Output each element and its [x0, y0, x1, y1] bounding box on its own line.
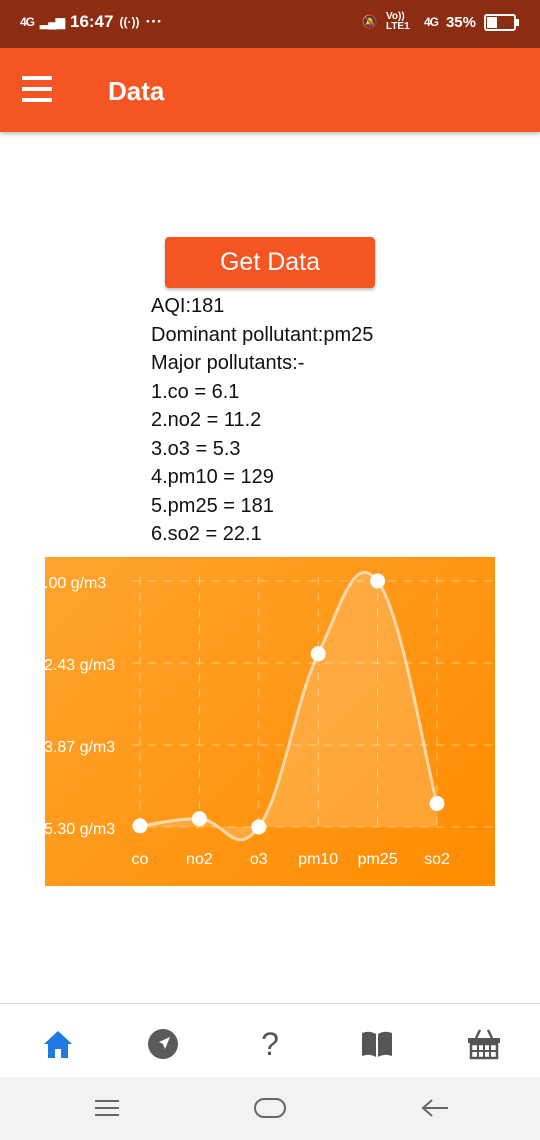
- chart-svg: .00 g/m3 2.43 g/m3 3.87 g/m3 5.30 g/m3 co no2…: [45, 571, 495, 868]
- nav-shop[interactable]: [464, 1024, 504, 1064]
- x-tick-label-o3: o3: [250, 851, 268, 868]
- chart-point-no2: [191, 811, 207, 827]
- system-navigation-bar: [0, 1077, 540, 1140]
- home-pill-icon: [254, 1098, 286, 1118]
- chart-point-so2: [429, 795, 445, 811]
- pollutant-item: 6.so2 = 22.1: [151, 523, 262, 545]
- back-button[interactable]: [415, 1093, 455, 1123]
- nav-guide[interactable]: [357, 1024, 397, 1064]
- app-bar: Data: [0, 48, 540, 132]
- status-bar: 4G ▂▄▆ 16:47 ((·)) ··· 🔕 Vo)) LTE1 4G 35…: [0, 0, 540, 48]
- x-tick-label-co: co: [132, 851, 149, 868]
- hamburger-menu-icon[interactable]: [22, 76, 52, 104]
- chart-point-pm25: [370, 573, 386, 589]
- home-icon: [44, 1031, 72, 1058]
- status-time: 16:47: [69, 12, 114, 31]
- status-bar-left: 4G ▂▄▆ 16:47 ((·)) ···: [20, 12, 162, 32]
- battery-percent: 35%: [445, 13, 476, 31]
- get-data-button[interactable]: Get Data: [165, 237, 375, 288]
- nav-help[interactable]: ?: [250, 1024, 290, 1064]
- back-arrow-icon: [421, 1099, 448, 1117]
- bottom-navigation: ?: [0, 1003, 540, 1078]
- recent-apps-icon: [95, 1100, 119, 1116]
- y-tick-label: 5.30 g/m3: [45, 821, 115, 838]
- pollutant-item: 2.no2 = 11.2: [151, 409, 262, 431]
- signal-icon: ▂▄▆: [40, 15, 65, 29]
- pollutant-item: 3.o3 = 5.3: [151, 437, 241, 460]
- x-tick-label-so2: so2: [424, 851, 450, 868]
- battery-fill: [487, 16, 497, 28]
- help-icon: ?: [261, 1025, 279, 1062]
- y-tick-label: 3.87 g/m3: [45, 739, 115, 756]
- book-icon: [362, 1031, 392, 1057]
- aqi-info-block: AQI:181 Dominant pollutant:pm25 Major po…: [151, 292, 373, 549]
- volte-label: Vo)) LTE1: [385, 11, 410, 32]
- nav-directions[interactable]: [143, 1024, 183, 1064]
- major-pollutants-heading: Major pollutants:-: [151, 352, 305, 374]
- chart-point-co: [132, 818, 148, 834]
- pollutant-item: 5.pm25 = 181: [151, 494, 274, 517]
- pollutant-item: 4.pm10 = 129: [151, 466, 274, 488]
- x-tick-label-pm10: pm10: [298, 851, 338, 868]
- pollutant-line-chart[interactable]: .00 g/m3 2.43 g/m3 3.87 g/m3 5.30 g/m3 co no2…: [45, 557, 495, 886]
- recent-apps-button[interactable]: [87, 1093, 127, 1123]
- dominant-pollutant: Dominant pollutant:pm25: [151, 323, 374, 346]
- status-bar-right: 🔕 Vo)) LTE1 4G 35%: [361, 11, 519, 32]
- battery-icon: [484, 13, 519, 31]
- home-system-button[interactable]: [250, 1093, 290, 1123]
- y-tick-label: .00 g/m3: [45, 575, 106, 592]
- network-right-label: 4G: [423, 15, 439, 29]
- x-tick-label-pm25: pm25: [358, 851, 398, 868]
- x-tick-label-no2: no2: [186, 851, 213, 868]
- navigation-arrow-icon: [148, 1029, 178, 1059]
- chart-point-pm10: [310, 646, 326, 662]
- hotspot-icon: ((·)): [119, 15, 140, 29]
- chart-point-o3: [251, 819, 267, 835]
- more-notifications-icon: ···: [145, 12, 163, 31]
- basket-icon: [468, 1029, 500, 1060]
- aqi-value: AQI:181: [151, 295, 225, 317]
- network-left-label: 4G: [20, 15, 35, 29]
- pollutant-item: 1.co = 6.1: [151, 380, 240, 403]
- y-tick-label: 2.43 g/m3: [45, 657, 115, 674]
- mute-icon: 🔕: [361, 14, 378, 29]
- nav-home[interactable]: [38, 1024, 78, 1064]
- page-title: Data: [108, 76, 165, 106]
